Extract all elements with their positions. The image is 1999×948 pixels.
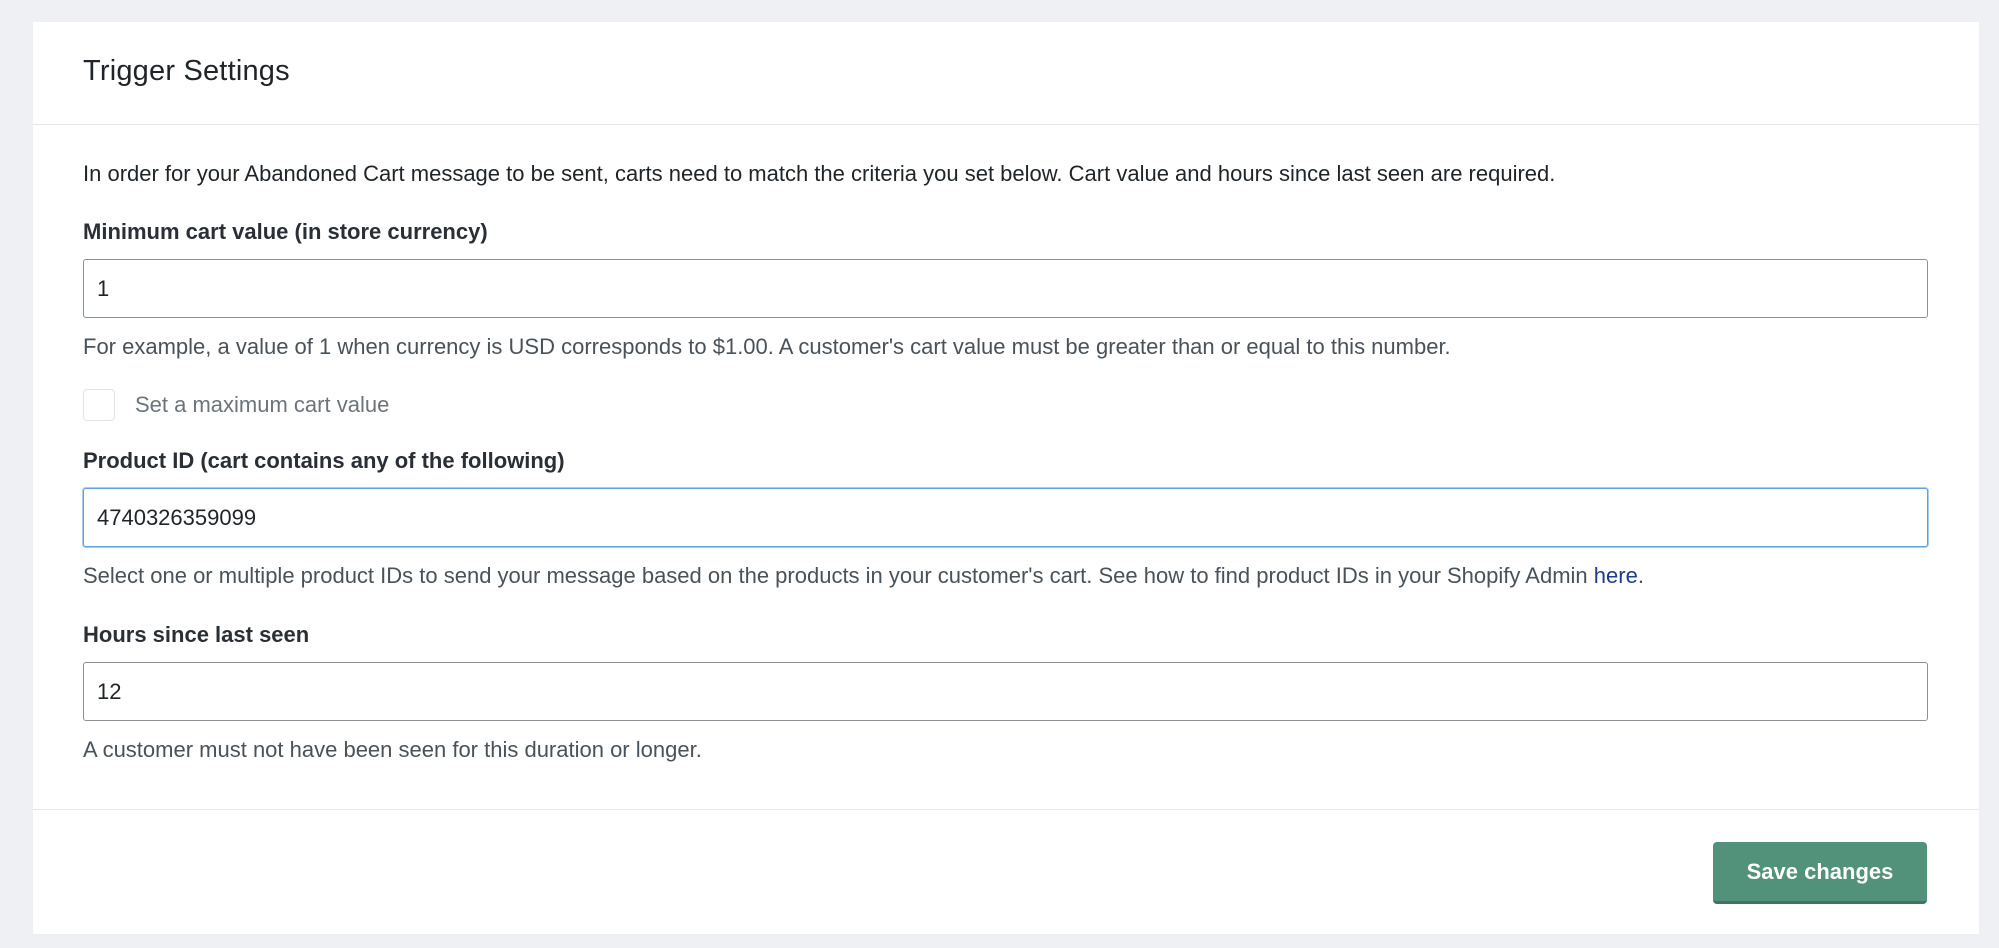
intro-text: In order for your Abandoned Cart message… [83,161,1556,186]
save-changes-button[interactable]: Save changes [1713,842,1927,904]
hours-since-last-seen-help: A customer must not have been seen for t… [83,737,702,762]
hours-since-last-seen-label: Hours since last seen [83,622,310,647]
card-title: Trigger Settings [83,54,290,87]
hours-since-last-seen-input[interactable] [83,662,1928,721]
product-id-help-text: Select one or multiple product IDs to se… [83,563,1594,588]
min-cart-value-help: For example, a value of 1 when currency … [83,334,1451,359]
product-id-label: Product ID (cart contains any of the fol… [83,448,565,473]
product-id-help-suffix: . [1637,563,1644,588]
product-id-help-link[interactable]: here [1594,563,1638,588]
max-cart-value-label[interactable]: Set a maximum cart value [135,392,389,418]
card-footer: Save changes [33,809,1979,934]
trigger-settings-card: Trigger Settings In order for your Aband… [33,22,1979,934]
card-header: Trigger Settings [33,22,1979,125]
min-cart-value-input[interactable] [83,259,1928,318]
product-id-input[interactable] [83,488,1928,547]
max-cart-value-toggle[interactable]: Set a maximum cart value [83,389,389,421]
product-id-help: Select one or multiple product IDs to se… [83,563,1644,589]
max-cart-value-checkbox[interactable] [83,389,115,421]
min-cart-value-label: Minimum cart value (in store currency) [83,219,488,244]
